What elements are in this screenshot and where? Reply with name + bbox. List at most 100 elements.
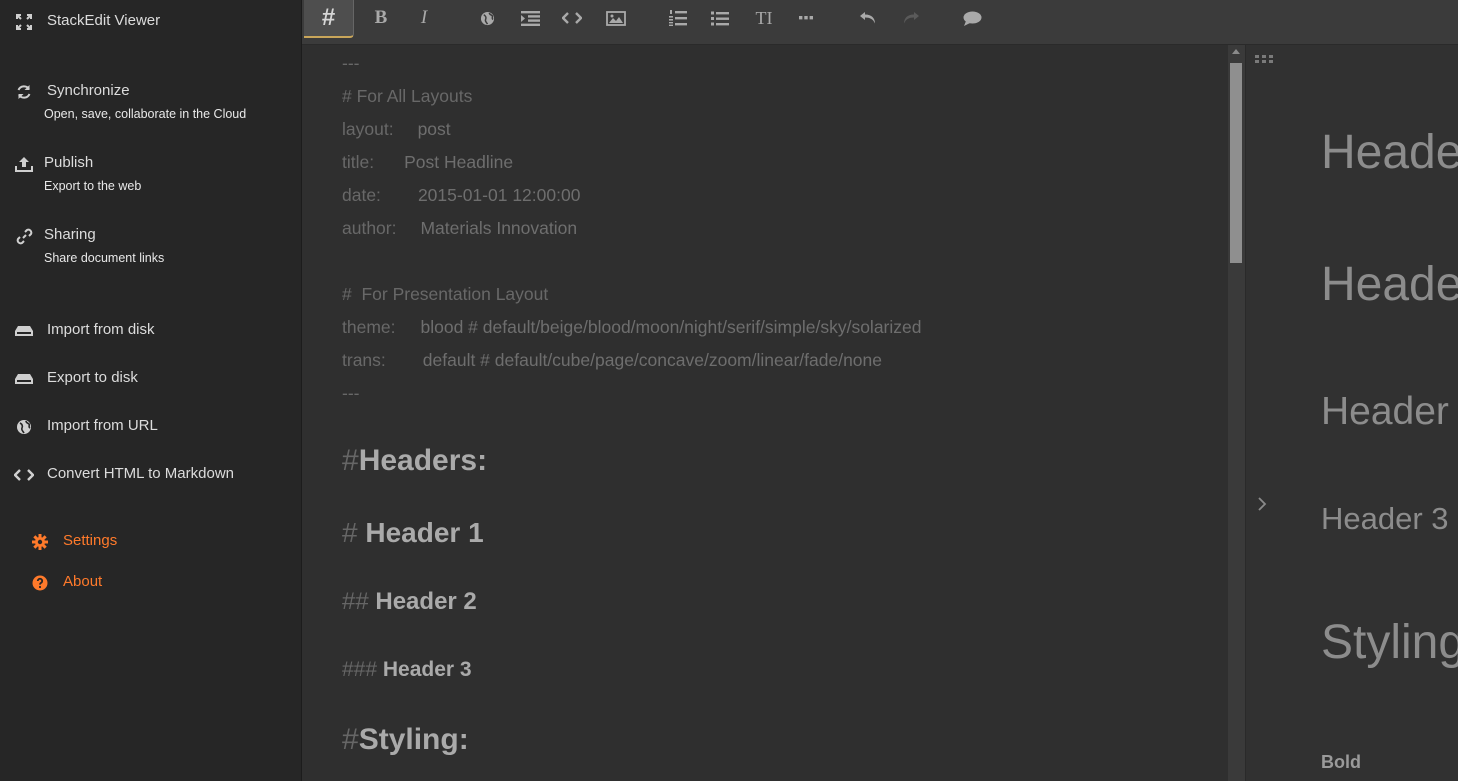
globe-icon xyxy=(480,11,494,25)
preview-heading: Styling xyxy=(1321,616,1458,669)
code-icon xyxy=(562,12,582,24)
fm-value: blood # default/beige/blood/moon/night/s… xyxy=(420,317,922,337)
sidebar-item-import-disk[interactable]: Import from disk xyxy=(14,321,155,341)
bullet-list-button[interactable] xyxy=(706,6,734,30)
sidebar-item-label: About xyxy=(63,573,103,590)
scrollbar-thumb[interactable] xyxy=(1230,63,1242,263)
front-matter-comment: # For Presentation Layout xyxy=(342,284,549,304)
sidebar-item-about[interactable]: About xyxy=(30,573,102,593)
sidebar-item-label: Import from URL xyxy=(47,417,158,434)
link-button[interactable] xyxy=(473,6,501,30)
redo-icon xyxy=(904,12,919,24)
preview-bold-text: Bold xyxy=(1321,752,1361,772)
heading-line: # Header 1 xyxy=(342,517,484,548)
markdown-editor[interactable]: --- # For All Layouts layout: post title:… xyxy=(302,45,1228,781)
app-title[interactable]: StackEdit Viewer xyxy=(14,12,160,32)
scroll-up-arrow-icon[interactable] xyxy=(1232,49,1240,54)
fm-key: author: xyxy=(342,218,397,238)
upload-icon xyxy=(14,154,34,174)
sidebar-item-label: Sharing xyxy=(44,226,96,243)
sidebar-item-label: Settings xyxy=(63,532,118,549)
italic-button[interactable]: I xyxy=(410,6,438,30)
bullet-list-icon xyxy=(711,11,729,25)
front-matter-comment: # For All Layouts xyxy=(342,86,473,106)
ordered-list-icon xyxy=(669,10,687,26)
comment-icon xyxy=(963,11,981,26)
sidebar-item-label: Convert HTML to Markdown xyxy=(47,465,235,482)
image-icon xyxy=(606,10,626,26)
chevron-right-icon[interactable] xyxy=(1258,497,1267,516)
front-matter-delimiter: --- xyxy=(342,53,360,73)
ordered-list-button[interactable] xyxy=(664,6,692,30)
hdd-icon xyxy=(14,369,34,389)
sidebar: StackEdit Viewer Synchronize Open, save,… xyxy=(0,0,302,781)
front-matter-delimiter: --- xyxy=(342,383,360,403)
front-matter-line: layout: post xyxy=(342,119,451,140)
sidebar-item-synchronize[interactable]: Synchronize Open, save, collaborate in t… xyxy=(14,82,246,121)
redo-button[interactable] xyxy=(897,6,925,30)
code-icon xyxy=(14,465,34,485)
front-matter-line: trans: default # default/cube/page/concav… xyxy=(342,350,882,371)
fm-key: date: xyxy=(342,185,381,205)
sidebar-item-sub: Share document links xyxy=(44,251,165,265)
sidebar-item-publish[interactable]: Publish Export to the web xyxy=(14,154,141,193)
app-title-label: StackEdit Viewer xyxy=(47,12,161,29)
gear-icon xyxy=(30,532,50,552)
toolbar: # B I TI xyxy=(302,0,1458,45)
heading-button[interactable]: TI xyxy=(750,6,778,30)
fm-value: default # default/cube/page/concave/zoom… xyxy=(422,350,883,370)
fullscreen-icon xyxy=(14,12,34,32)
fm-value: Post Headline xyxy=(404,152,514,172)
refresh-icon xyxy=(14,82,34,102)
sidebar-item-label: Import from disk xyxy=(47,321,155,338)
comment-button[interactable] xyxy=(958,6,986,30)
preview-pane: Heade Heade Header 2 Header 3 Styling Bo… xyxy=(1245,45,1458,781)
indent-icon xyxy=(520,10,540,26)
front-matter-line: date: 2015-01-01 12:00:00 xyxy=(342,185,580,206)
heading-line: #Styling: xyxy=(342,723,469,756)
hr-button[interactable] xyxy=(792,6,820,30)
preview-heading: Heade xyxy=(1321,258,1458,311)
preview-heading: Heade xyxy=(1321,126,1458,179)
code-button[interactable] xyxy=(558,6,586,30)
sidebar-item-sub: Export to the web xyxy=(44,179,142,193)
bold-button[interactable]: B xyxy=(367,6,395,30)
heading-line: ### Header 3 xyxy=(342,658,472,681)
horizontal-rule-icon xyxy=(799,16,813,20)
italic-icon: I xyxy=(420,7,428,28)
sidebar-item-convert-html[interactable]: Convert HTML to Markdown xyxy=(14,465,234,485)
fm-key: title: xyxy=(342,152,375,172)
markdown-menu-button[interactable]: # xyxy=(304,0,354,38)
front-matter-line: author: Materials Innovation xyxy=(342,218,577,239)
heading-icon: TI xyxy=(755,7,773,28)
image-button[interactable] xyxy=(602,6,630,30)
bold-icon: B xyxy=(374,7,388,28)
globe-icon xyxy=(14,417,34,437)
sidebar-item-label: Export to disk xyxy=(47,369,138,386)
front-matter-line: theme: blood # default/beige/blood/moon/n… xyxy=(342,317,922,338)
fm-key: trans: xyxy=(342,350,386,370)
hdd-icon xyxy=(14,321,34,341)
undo-icon xyxy=(860,12,875,24)
fm-value: post xyxy=(417,119,451,139)
preview-heading: Header 3 xyxy=(1321,501,1449,536)
fm-value: 2015-01-01 12:00:00 xyxy=(417,185,581,205)
heading-line: #Headers: xyxy=(342,444,488,477)
sidebar-item-import-url[interactable]: Import from URL xyxy=(14,417,158,437)
quote-button[interactable] xyxy=(516,6,544,30)
undo-button[interactable] xyxy=(854,6,882,30)
sidebar-item-sharing[interactable]: Sharing Share document links xyxy=(14,226,164,265)
editor-scrollbar[interactable] xyxy=(1228,45,1245,781)
sidebar-item-export-disk[interactable]: Export to disk xyxy=(14,369,138,389)
resize-handle-icon[interactable] xyxy=(1255,50,1273,68)
sidebar-item-sub: Open, save, collaborate in the Cloud xyxy=(44,107,247,121)
link-icon xyxy=(14,226,34,246)
fm-key: theme: xyxy=(342,317,396,337)
sidebar-item-settings[interactable]: Settings xyxy=(30,532,117,552)
sidebar-item-label: Synchronize xyxy=(47,82,130,99)
front-matter-line: title: Post Headline xyxy=(342,152,513,173)
sidebar-item-label: Publish xyxy=(44,154,94,171)
help-icon xyxy=(30,573,50,593)
heading-line: ## Header 2 xyxy=(342,588,477,615)
preview-heading: Header 2 xyxy=(1321,390,1458,433)
